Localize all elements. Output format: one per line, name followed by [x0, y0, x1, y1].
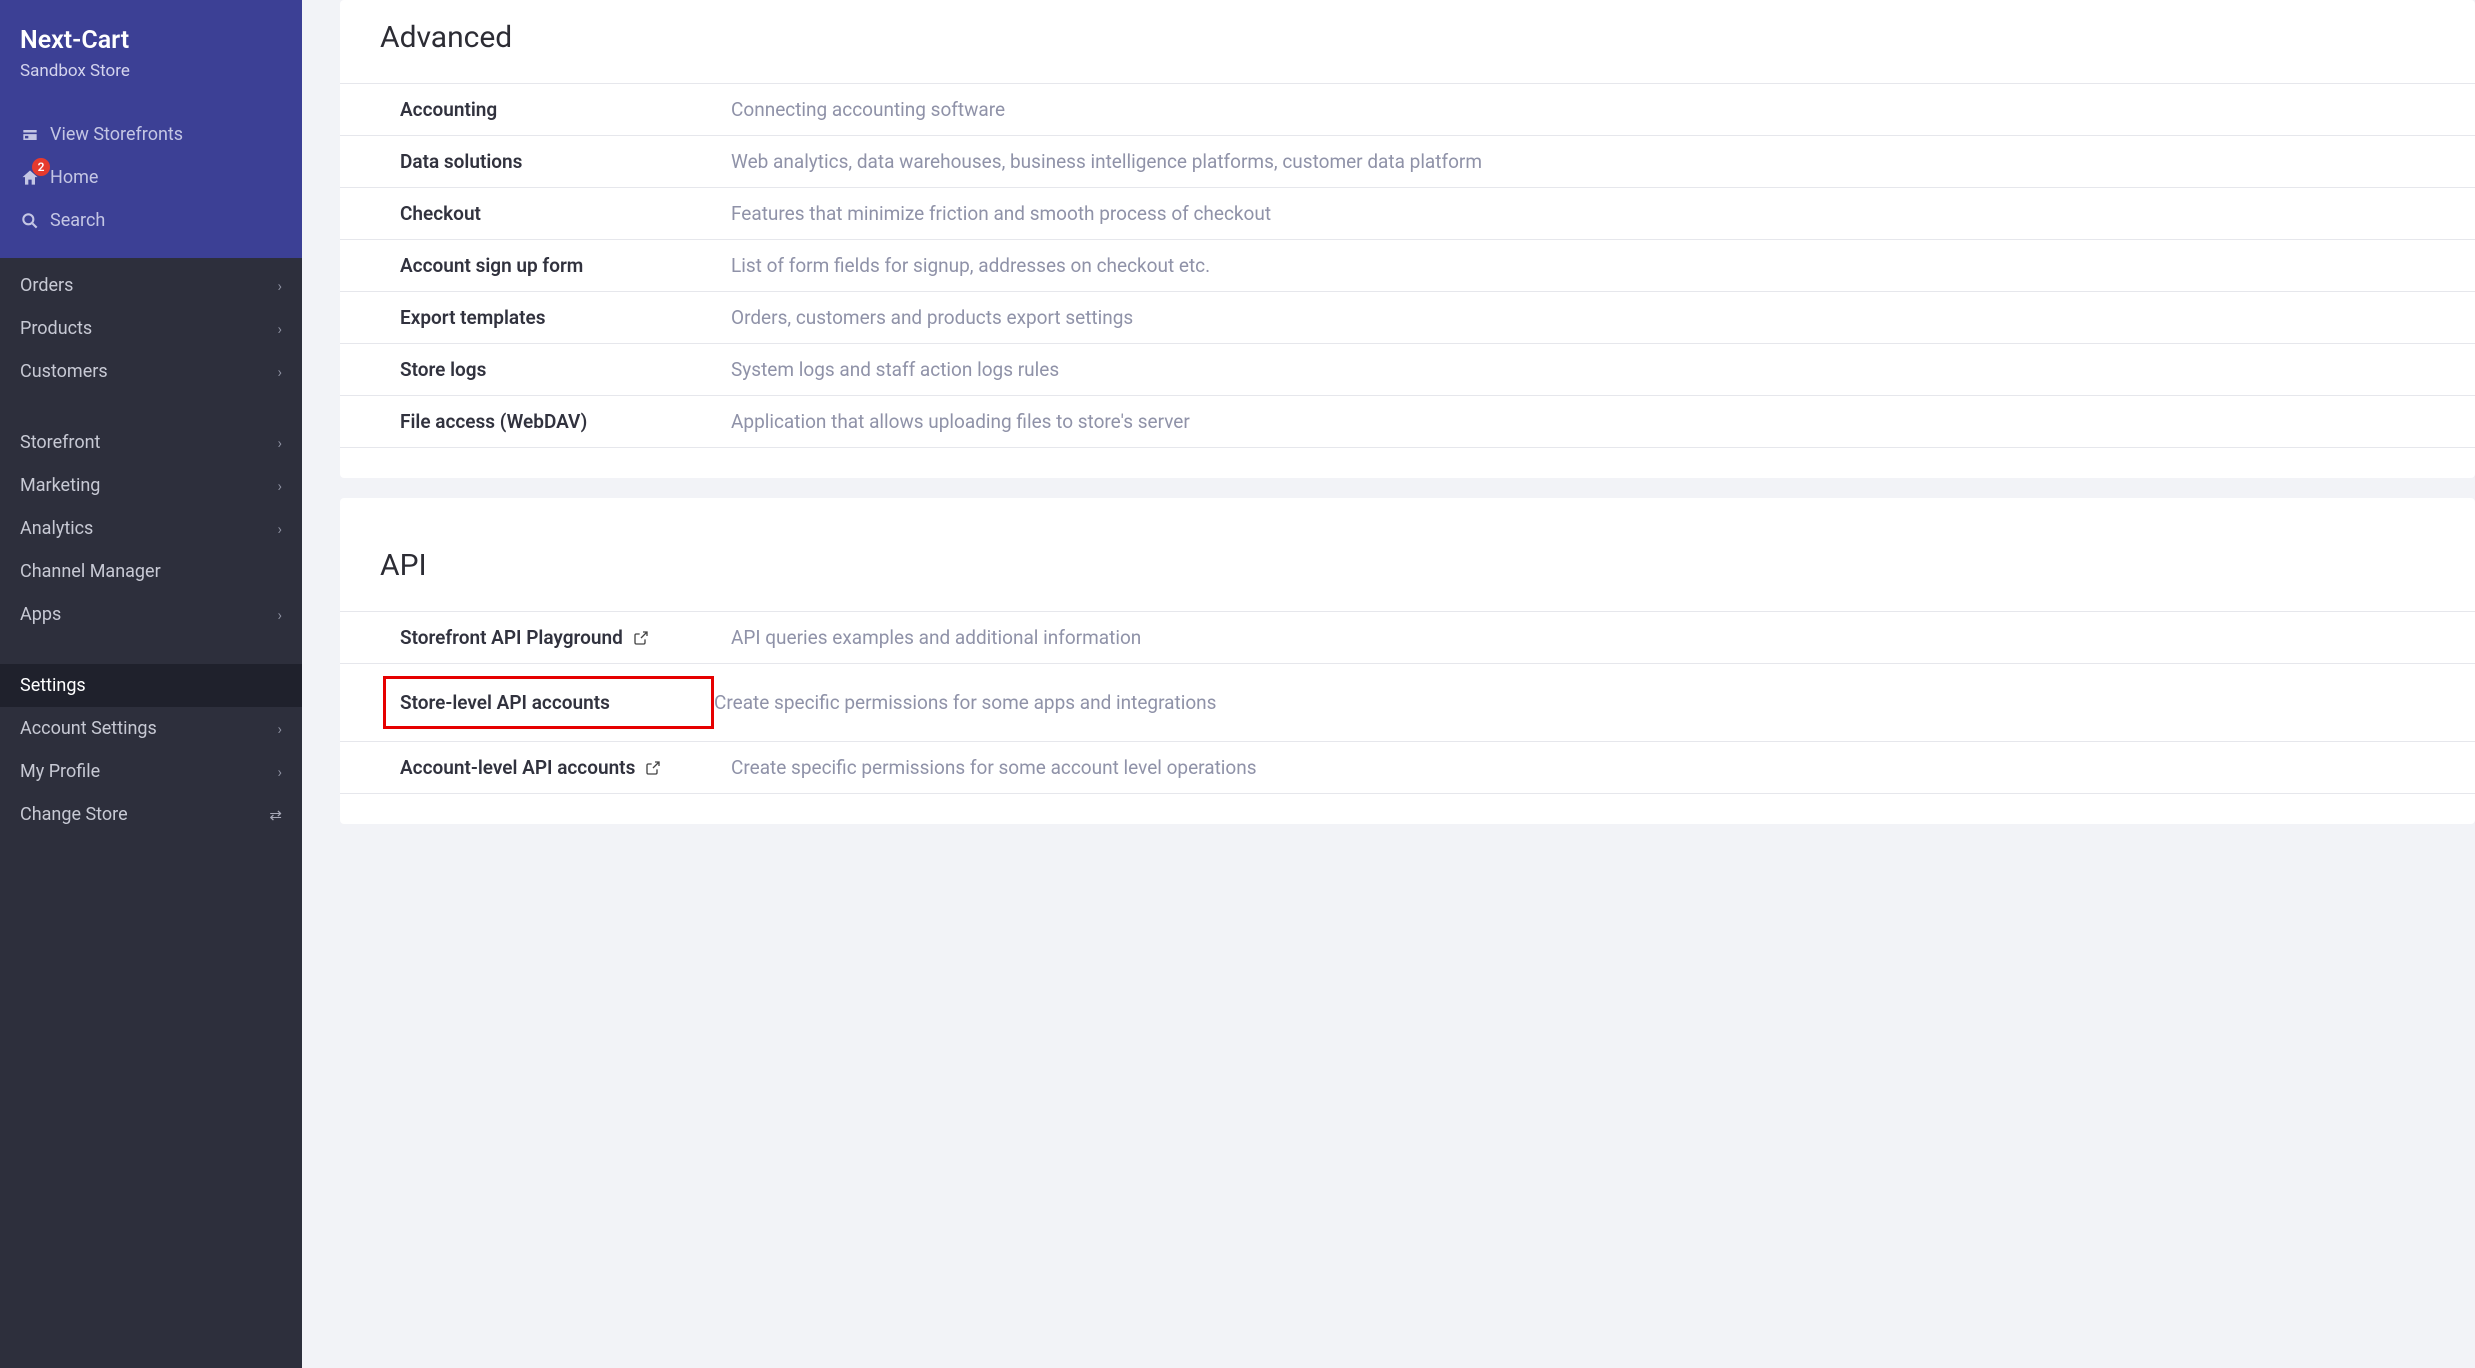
- sidebar-nav: Orders › Products › Customers › Storefro…: [0, 258, 302, 1368]
- chevron-right-icon: ›: [277, 434, 282, 452]
- setting-label: Checkout: [400, 202, 731, 225]
- sidebar-item-label: Apps: [20, 604, 61, 625]
- swap-icon: ⇄: [269, 806, 282, 824]
- sidebar-item-label: Search: [50, 210, 105, 231]
- sidebar-item-customers[interactable]: Customers ›: [0, 350, 302, 393]
- sidebar-item-channel-manager[interactable]: Channel Manager: [0, 550, 302, 593]
- setting-row-export-templates[interactable]: Export templates Orders, customers and p…: [340, 292, 2475, 344]
- store-icon: [20, 125, 50, 145]
- setting-label: Account sign up form: [400, 254, 731, 277]
- setting-row-file-access-webdav[interactable]: File access (WebDAV) Application that al…: [340, 396, 2475, 448]
- setting-desc: Features that minimize friction and smoo…: [731, 202, 1271, 225]
- sidebar-item-label: Change Store: [20, 804, 128, 825]
- search-icon: [20, 211, 50, 231]
- external-link-icon: [633, 630, 649, 646]
- chevron-right-icon: ›: [277, 320, 282, 338]
- sidebar-item-storefront[interactable]: Storefront ›: [0, 421, 302, 464]
- setting-label: Store-level API accounts: [383, 676, 714, 729]
- chevron-right-icon: ›: [277, 720, 282, 738]
- sidebar-header: Next-Cart Sandbox Store: [0, 0, 302, 91]
- setting-label: Storefront API Playground: [400, 626, 731, 649]
- sidebar-item-my-profile[interactable]: My Profile ›: [0, 750, 302, 793]
- sidebar-item-label: My Profile: [20, 761, 100, 782]
- sidebar-item-label: Channel Manager: [20, 561, 161, 582]
- setting-row-accounting[interactable]: Accounting Connecting accounting softwar…: [340, 83, 2475, 136]
- chevron-right-icon: ›: [277, 520, 282, 538]
- api-section: API Storefront API Playground API querie…: [340, 498, 2475, 824]
- sidebar-item-products[interactable]: Products ›: [0, 307, 302, 350]
- sidebar-item-label: Analytics: [20, 518, 93, 539]
- setting-desc: List of form fields for signup, addresse…: [731, 254, 1210, 277]
- chevron-right-icon: ›: [277, 606, 282, 624]
- chevron-right-icon: ›: [277, 477, 282, 495]
- setting-row-account-signup-form[interactable]: Account sign up form List of form fields…: [340, 240, 2475, 292]
- sidebar-item-view-storefronts[interactable]: View Storefronts: [0, 113, 302, 156]
- setting-desc: Application that allows uploading files …: [731, 410, 1190, 433]
- section-title-advanced: Advanced: [340, 0, 2475, 83]
- external-link-icon: [645, 760, 661, 776]
- sidebar-item-analytics[interactable]: Analytics ›: [0, 507, 302, 550]
- sidebar-primary-nav: View Storefronts 2 Home Search: [0, 91, 302, 258]
- setting-desc: Create specific permissions for some acc…: [731, 756, 1257, 779]
- section-title-api: API: [340, 498, 2475, 611]
- chevron-right-icon: ›: [277, 277, 282, 295]
- chevron-right-icon: ›: [277, 763, 282, 781]
- sidebar-item-orders[interactable]: Orders ›: [0, 264, 302, 307]
- brand-title: Next-Cart: [20, 26, 282, 55]
- setting-desc: Orders, customers and products export se…: [731, 306, 1133, 329]
- setting-row-storefront-api-playground[interactable]: Storefront API Playground API queries ex…: [340, 611, 2475, 664]
- sidebar-item-label: Home: [50, 167, 98, 188]
- sidebar-item-home[interactable]: 2 Home: [0, 156, 302, 199]
- setting-label: Account-level API accounts: [400, 756, 731, 779]
- setting-label: Accounting: [400, 98, 731, 121]
- sidebar-item-settings[interactable]: Settings: [0, 664, 302, 707]
- setting-desc: Web analytics, data warehouses, business…: [731, 150, 1482, 173]
- setting-label: Data solutions: [400, 150, 731, 173]
- sidebar-item-account-settings[interactable]: Account Settings ›: [0, 707, 302, 750]
- sidebar-item-label: Customers: [20, 361, 108, 382]
- sidebar-item-label: Storefront: [20, 432, 100, 453]
- sidebar-item-marketing[interactable]: Marketing ›: [0, 464, 302, 507]
- sidebar-item-label: Orders: [20, 275, 73, 296]
- setting-row-store-level-api-accounts[interactable]: Store-level API accounts Create specific…: [340, 664, 2475, 742]
- setting-label: File access (WebDAV): [400, 410, 731, 433]
- setting-row-checkout[interactable]: Checkout Features that minimize friction…: [340, 188, 2475, 240]
- chevron-right-icon: ›: [277, 363, 282, 381]
- sidebar-item-apps[interactable]: Apps ›: [0, 593, 302, 636]
- sidebar-item-label: Account Settings: [20, 718, 157, 739]
- notification-badge: 2: [32, 158, 50, 176]
- setting-desc: API queries examples and additional info…: [731, 626, 1141, 649]
- sidebar: Next-Cart Sandbox Store View Storefronts…: [0, 0, 302, 1368]
- store-name: Sandbox Store: [20, 61, 282, 81]
- sidebar-item-label: Products: [20, 318, 92, 339]
- sidebar-item-label: View Storefronts: [50, 124, 183, 145]
- setting-desc: Create specific permissions for some app…: [714, 691, 1216, 714]
- advanced-section: Advanced Accounting Connecting accountin…: [340, 0, 2475, 478]
- setting-desc: System logs and staff action logs rules: [731, 358, 1059, 381]
- setting-row-account-level-api-accounts[interactable]: Account-level API accounts Create specif…: [340, 742, 2475, 794]
- setting-desc: Connecting accounting software: [731, 98, 1005, 121]
- sidebar-item-search[interactable]: Search: [0, 199, 302, 242]
- setting-row-data-solutions[interactable]: Data solutions Web analytics, data wareh…: [340, 136, 2475, 188]
- sidebar-item-label: Settings: [20, 675, 86, 696]
- main-content: Advanced Accounting Connecting accountin…: [302, 0, 2475, 1368]
- setting-label: Export templates: [400, 306, 731, 329]
- setting-row-store-logs[interactable]: Store logs System logs and staff action …: [340, 344, 2475, 396]
- sidebar-item-change-store[interactable]: Change Store ⇄: [0, 793, 302, 836]
- setting-label: Store logs: [400, 358, 731, 381]
- sidebar-item-label: Marketing: [20, 475, 100, 496]
